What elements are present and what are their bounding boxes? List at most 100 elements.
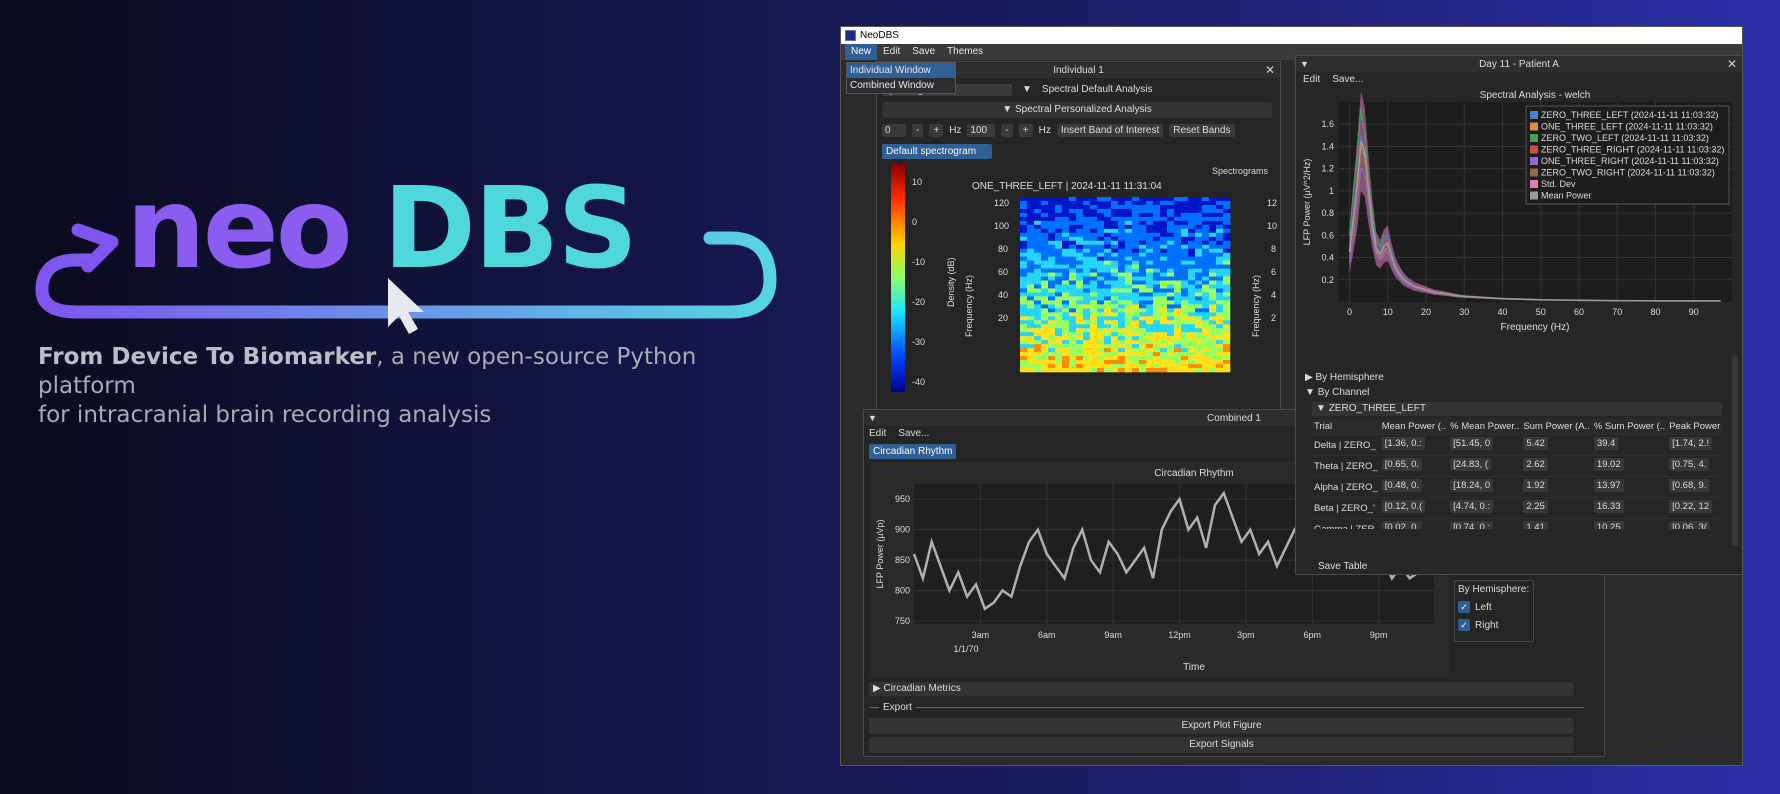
table-cell[interactable]: Theta | ZERO_ bbox=[1312, 455, 1380, 477]
legend-label: ONE_THREE_RIGHT (2024-11-11 11:03:32) bbox=[1541, 156, 1719, 166]
menu-item-combined-window[interactable]: Combined Window bbox=[847, 78, 955, 93]
table-cell[interactable]: 13.97 bbox=[1591, 476, 1668, 498]
tab-circadian-rhythm[interactable]: Circadian Rhythm bbox=[869, 444, 957, 459]
right-checkbox[interactable]: ✓ bbox=[1458, 619, 1470, 631]
colorbar-tick: 10 bbox=[912, 177, 922, 187]
save-table-button[interactable]: Save Table bbox=[1318, 561, 1367, 572]
by-channel-expander[interactable]: ▼ By Channel bbox=[1305, 387, 1369, 398]
table-row[interactable]: Gamma | ZER [0.02, 0. [0.74, 0.: 1.41 10.25 [… bbox=[1312, 518, 1722, 529]
table-cell[interactable]: [18.24, 0 bbox=[1448, 476, 1522, 498]
chevron-down-icon: ▼ bbox=[1316, 403, 1329, 414]
table-header[interactable]: Peak Power (p.. bbox=[1667, 419, 1722, 435]
table-cell[interactable]: 39.4 bbox=[1591, 434, 1668, 456]
insert-band-button[interactable]: Insert Band of Interest bbox=[1056, 123, 1164, 137]
table-cell[interactable]: [1.36, 0.: bbox=[1379, 434, 1449, 456]
by-hemisphere-expander[interactable]: ▶ By Hemisphere bbox=[1305, 372, 1384, 383]
table-header[interactable]: Trial bbox=[1312, 419, 1380, 435]
table-cell[interactable]: [24.83, ( bbox=[1448, 455, 1522, 477]
table-cell[interactable]: [0.12, 0.( bbox=[1379, 497, 1449, 519]
menu-save[interactable]: Save bbox=[906, 44, 941, 60]
table-cell[interactable]: [0.75, 4. bbox=[1667, 455, 1722, 477]
spectral-personalized-header[interactable]: ▼ Spectral Personalized Analysis bbox=[882, 102, 1272, 118]
table-header[interactable]: % Mean Power.. bbox=[1448, 419, 1522, 435]
legend-swatch bbox=[1530, 145, 1538, 154]
x-tick-label: 50 bbox=[1536, 307, 1546, 317]
table-cell[interactable]: [1.74, 2.! bbox=[1667, 434, 1722, 456]
spectral-default-label[interactable]: Spectral Default Analysis bbox=[1042, 84, 1153, 96]
circadian-xlabel: Time bbox=[1183, 662, 1205, 673]
table-row[interactable]: Delta | ZERO_ [1.36, 0.: [51.45, 0 5.42 39.4… bbox=[1312, 434, 1722, 456]
table-cell[interactable]: 2.62 bbox=[1521, 455, 1592, 477]
combined-edit-menu[interactable]: Edit bbox=[869, 428, 886, 439]
menu-edit[interactable]: Edit bbox=[877, 44, 906, 60]
table-cell[interactable]: [0.02, 0. bbox=[1379, 518, 1449, 529]
day11-save-menu[interactable]: Save... bbox=[1332, 74, 1363, 85]
table-cell[interactable]: Delta | ZERO_ bbox=[1312, 434, 1380, 456]
table-cell[interactable]: 1.92 bbox=[1521, 476, 1592, 498]
table-cell[interactable]: [4.74, 0.: bbox=[1448, 497, 1522, 519]
circadian-title: Circadian Rhythm bbox=[1154, 468, 1233, 479]
table-cell[interactable]: 1.41 bbox=[1521, 518, 1592, 529]
circadian-metrics-header[interactable]: ▶ Circadian Metrics bbox=[869, 682, 1574, 696]
table-cell[interactable]: [0.74, 0.: bbox=[1448, 518, 1522, 529]
table-header[interactable]: Sum Power (A.. bbox=[1521, 419, 1592, 435]
scrollbar[interactable] bbox=[1732, 356, 1738, 546]
tagline-line2: for intracranial brain recording analysi… bbox=[38, 402, 492, 428]
table-cell[interactable]: 5.42 bbox=[1521, 434, 1592, 456]
export-plot-button[interactable]: Export Plot Figure bbox=[869, 718, 1574, 734]
close-icon[interactable]: ✕ bbox=[1727, 56, 1737, 72]
y-tick-label: 1.4 bbox=[1321, 141, 1334, 151]
colorbar-tick: -40 bbox=[912, 377, 925, 387]
cell-value: 1.41 bbox=[1523, 521, 1548, 529]
table-cell[interactable]: [0.68, 9. bbox=[1667, 476, 1722, 498]
left-checkbox[interactable]: ✓ bbox=[1458, 601, 1470, 613]
high-increment-button[interactable]: + bbox=[1018, 123, 1033, 137]
low-decrement-button[interactable]: - bbox=[912, 123, 924, 137]
cell-value: [0.02, 0. bbox=[1381, 521, 1423, 529]
x-tick-label: 0 bbox=[1347, 307, 1352, 317]
table-cell[interactable]: [0.65, 0. bbox=[1379, 455, 1449, 477]
table-header[interactable]: Mean Power (.. bbox=[1379, 419, 1449, 435]
table-cell[interactable]: [0.22, 12 bbox=[1667, 497, 1722, 519]
high-freq-input[interactable]: 100 bbox=[967, 123, 996, 137]
table-cell[interactable]: Beta | ZERO_' bbox=[1312, 497, 1380, 519]
export-signals-button[interactable]: Export Signals bbox=[869, 737, 1574, 753]
close-icon[interactable]: ✕ bbox=[1265, 62, 1275, 78]
spectrogram-ytick: 100 bbox=[994, 221, 1009, 231]
day11-panel-header[interactable]: ▼ Day 11 - Patient A ✕ bbox=[1296, 56, 1742, 72]
menu-item-individual-window[interactable]: Individual Window bbox=[847, 63, 955, 78]
table-cell[interactable]: Alpha | ZERO_ bbox=[1312, 476, 1380, 498]
table-cell[interactable]: 2.25 bbox=[1521, 497, 1592, 519]
table-row[interactable]: Theta | ZERO_ [0.65, 0. [24.83, (2.62 19.02… bbox=[1312, 455, 1722, 477]
cell-value: [0.74, 0.: bbox=[1450, 521, 1494, 529]
menu-themes[interactable]: Themes bbox=[941, 44, 989, 60]
table-cell[interactable]: 19.02 bbox=[1591, 455, 1668, 477]
combined-save-menu[interactable]: Save... bbox=[898, 428, 929, 439]
table-cell[interactable]: [51.45, 0 bbox=[1448, 434, 1522, 456]
legend-label: ONE_THREE_LEFT (2024-11-11 11:03:32) bbox=[1541, 122, 1713, 132]
table-row[interactable]: Beta | ZERO_' [0.12, 0.([4.74, 0.: 2.25 16.… bbox=[1312, 497, 1722, 519]
window-titlebar[interactable]: NeoDBS bbox=[841, 27, 1742, 44]
table-cell[interactable]: [0.06, 3( bbox=[1667, 518, 1722, 529]
channel-expander[interactable]: ▼ ZERO_THREE_LEFT bbox=[1312, 402, 1722, 416]
table-cell[interactable]: [0.48, 0. bbox=[1379, 476, 1449, 498]
table-header[interactable]: % Sum Power (.. bbox=[1591, 419, 1668, 435]
y-tick-label: 900 bbox=[895, 525, 910, 535]
cell-value: [0.06, 3( bbox=[1669, 521, 1710, 529]
low-freq-input[interactable]: 0 bbox=[882, 123, 906, 137]
cell-value: Alpha | ZERO_ bbox=[1314, 481, 1378, 493]
table-cell[interactable]: 16.33 bbox=[1591, 497, 1668, 519]
legend-swatch bbox=[1530, 122, 1538, 131]
menu-new[interactable]: New bbox=[845, 44, 878, 60]
day11-edit-menu[interactable]: Edit bbox=[1303, 74, 1320, 85]
cell-value: [0.22, 12 bbox=[1669, 500, 1713, 513]
hz-unit-label: Hz bbox=[949, 124, 962, 136]
table-cell[interactable]: Gamma | ZER bbox=[1312, 518, 1380, 529]
colorbar-tick: 0 bbox=[912, 217, 917, 227]
reset-bands-button[interactable]: Reset Bands bbox=[1169, 123, 1235, 137]
table-row[interactable]: Alpha | ZERO_ [0.48, 0. [18.24, 0 1.92 13.97… bbox=[1312, 476, 1722, 498]
low-increment-button[interactable]: + bbox=[929, 123, 944, 137]
high-decrement-button[interactable]: - bbox=[1001, 123, 1013, 137]
table-cell[interactable]: 10.25 bbox=[1591, 518, 1668, 529]
tab-default-spectrogram[interactable]: Default spectrogram bbox=[882, 144, 992, 159]
